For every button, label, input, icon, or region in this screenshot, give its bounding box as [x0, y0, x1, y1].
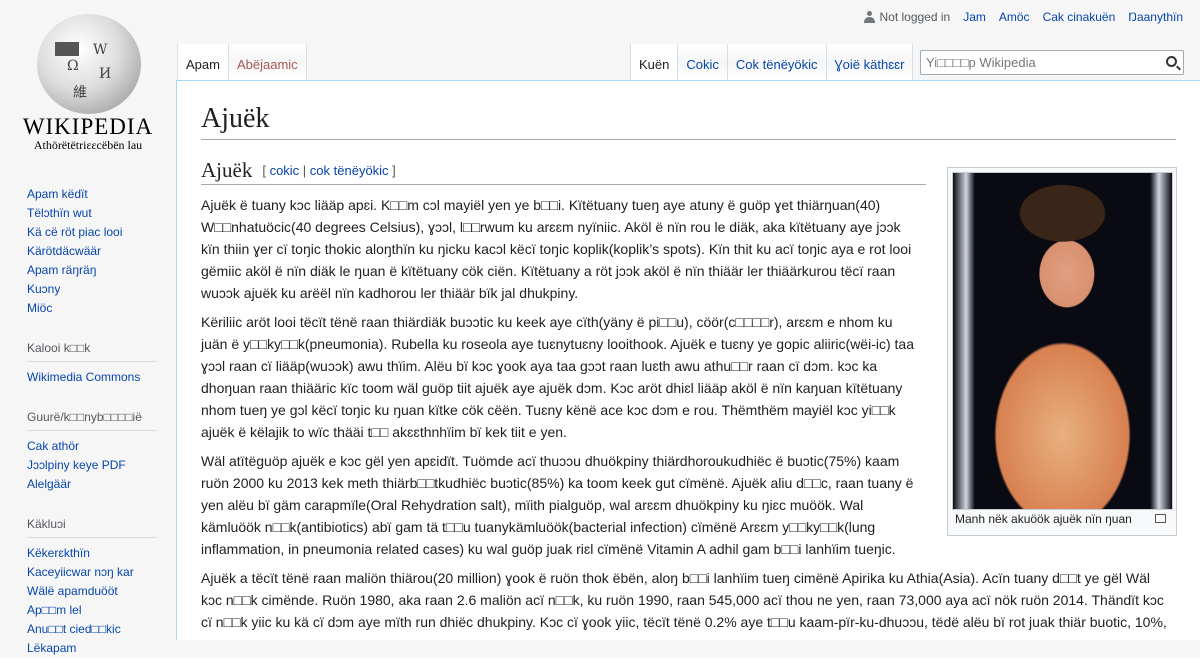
sidebar-item-random[interactable]: Kärötdäcwäär	[27, 242, 157, 261]
text-line: yen alëu bï gäm carapmïle(Oral Rehydrati…	[201, 497, 864, 513]
sidebar-item-recent-changes[interactable]: Apam räŋräŋ	[27, 261, 157, 280]
paragraph-1: Ajuëk ë tuany kɔc liääp apɛi. K□□m cɔl m…	[201, 194, 911, 304]
text-line: Ajuëk ë tuany kɔc liääp apɛi. K□□m cɔl m…	[201, 197, 881, 213]
measles-child-photo[interactable]	[952, 172, 1173, 510]
text-line: dhoŋuan raan thiääric kïc toom wäl guöp …	[201, 380, 903, 396]
text-line: kämluöök n□□k(antibiotics) abï gam tä t□…	[201, 519, 876, 535]
text-line: ruön 2000 ku 2013 kek meth thiärb□□tkudh…	[201, 475, 914, 491]
search-placeholder: Yi□□□□p Wikipedia	[926, 55, 1036, 70]
personal-tools: Not logged in Jam Amöc Cak cinakuën Ŋaan…	[864, 10, 1183, 24]
paragraph-3: Wäl atïtëguöp ajuëk e kɔc gël yen apɛidï…	[201, 450, 913, 560]
text-line: kɔc n□□k cimënde. Ruön 1980, aka raan 2.…	[201, 592, 1164, 608]
sidebar-item-related-changes[interactable]: Kaceyiicwar nɔŋ kar	[27, 563, 157, 582]
text-line: juän ë y□□ky□□k(pneumonia). Rubella ku r…	[201, 336, 914, 352]
namespace-tabs: Apam Abëjaamic	[177, 44, 307, 80]
wordmark: WIKIPEDIA	[22, 114, 154, 139]
sidebar-item-help[interactable]: Kuɔny	[27, 280, 157, 299]
sidebar-item-wikidata[interactable]: Lëkapam	[27, 639, 157, 658]
sidebar-heading-other-projects: Kalooi k□□k	[27, 340, 157, 362]
text-line: Këriliic aröt looi tëcït tënë raan thiär…	[201, 314, 893, 330]
section-heading: Ajuëk [ cokic | cok tënëyökic ]	[201, 157, 926, 185]
paragraph-2: Këriliic aröt looi tëcït tënë raan thiär…	[201, 311, 914, 443]
log-in-link[interactable]: Ŋaanythïn	[1128, 10, 1183, 24]
sidebar-item-current-events[interactable]: Kä cë röt piac looi	[27, 223, 157, 242]
sidebar: Apam këdït Tëlɔthïn wut Kä cë röt piac l…	[27, 185, 157, 658]
text-line: kïn thiin ɣer cï toŋic thokic aloŋthïn k…	[201, 241, 912, 257]
sidebar-item-printable[interactable]: Alelgäär	[27, 475, 157, 494]
search-input[interactable]: Yi□□□□p Wikipedia	[920, 50, 1184, 75]
tab-edit-source[interactable]: Cok tënëyökic	[727, 44, 827, 80]
text-line: ɣɔɔl raan cï liääp(wuɔɔk) awu thïim. Alë…	[201, 358, 878, 374]
edit-section-links: [ cokic | cok tënëyökic ]	[262, 163, 396, 178]
text-line: Ajuëk a tëcït tënë raan maliön thiärou(2…	[201, 570, 1151, 586]
sidebar-heading-print-export: Guurë/k□□nyb□□□□ië	[27, 409, 157, 431]
text-line: Wäl atïtëguöp ajuëk e kɔc gël yen apɛidï…	[201, 453, 900, 469]
tab-talk[interactable]: Abëjaamic	[228, 44, 307, 80]
image-caption: Manh nëk akuöök ajuëk nïn ŋuan	[955, 512, 1132, 526]
sidebar-item-permanent-link[interactable]: Ap□□m lel	[27, 601, 157, 620]
sidebar-item-special-pages[interactable]: Wälë apamduööt	[27, 582, 157, 601]
create-account-link[interactable]: Cak cinakuën	[1043, 10, 1116, 24]
tab-edit[interactable]: Cokic	[678, 44, 728, 80]
text-line: inflammation, in pneumonia related cases…	[201, 541, 896, 557]
sidebar-item-main-page[interactable]: Apam këdït	[27, 185, 157, 204]
text-line: nhom tueŋ ye gɔl këcï toŋic ku ŋuan kïtk…	[201, 402, 896, 418]
wikipedia-logo[interactable]: ΩWИ維 WIKIPEDIA Athörëtëtriɛɛcëbën lau	[0, 0, 176, 160]
enlarge-icon[interactable]	[1155, 514, 1166, 523]
user-icon	[864, 11, 876, 23]
page-title: Ajuëk	[201, 101, 1176, 140]
sidebar-item-contents[interactable]: Tëlɔthïn wut	[27, 204, 157, 223]
wikipedia-globe-icon: ΩWИ維	[37, 14, 141, 114]
sidebar-item-commons[interactable]: Wikimedia Commons	[27, 368, 157, 387]
not-logged-in: Not logged in	[879, 10, 951, 24]
edit-source-section-link[interactable]: cok tënëyökic	[310, 163, 389, 178]
tagline: Athörëtëtriɛɛcëbën lau	[33, 138, 143, 152]
text-line: gëmiic aköl ë nïn diäk le ŋuan ë kïtëtua…	[201, 263, 896, 279]
contributions-link[interactable]: Amöc	[999, 10, 1030, 24]
edit-section-link[interactable]: cokic	[270, 163, 300, 178]
sidebar-item-download-pdf[interactable]: Jɔɔlpiny keye PDF	[27, 456, 157, 475]
view-tabs: Kuën Cokic Cok tënëyökic Ɣoië käthɛɛr	[630, 44, 914, 80]
sidebar-item-create-book[interactable]: Cak athör	[27, 437, 157, 456]
sidebar-heading-tools: Käkluɔi	[27, 516, 157, 538]
text-line: wuɔɔk ajuëk ku arëël nïn kadhorou ler th…	[201, 285, 579, 301]
tab-read[interactable]: Kuën	[630, 44, 679, 80]
sidebar-item-donate[interactable]: Miöc	[27, 299, 157, 318]
search-icon[interactable]	[1166, 56, 1177, 67]
talk-link[interactable]: Jam	[963, 10, 986, 24]
text-line: ajuëk ë këlajik to wïc thääi t□□ akɛɛthn…	[201, 424, 567, 440]
article-content: Ajuëk Ajuëk [ cokic | cok tënëyökic ] Aju…	[176, 80, 1200, 640]
text-line: W□□nhatuöcic(40 degrees Celsius), ɣɔɔl, …	[201, 219, 901, 235]
thumbnail-figure: Manh nëk akuöök ajuëk nïn ŋuan	[947, 167, 1177, 536]
sidebar-item-what-links-here[interactable]: Këkerɛkthïn	[27, 544, 157, 563]
tab-view-history[interactable]: Ɣoië käthɛɛr	[826, 44, 914, 80]
section-heading-text: Ajuëk	[201, 158, 253, 182]
paragraph-4: Ajuëk a tëcït tënë raan maliön thiärou(2…	[201, 567, 1167, 633]
tab-article[interactable]: Apam	[178, 44, 229, 80]
